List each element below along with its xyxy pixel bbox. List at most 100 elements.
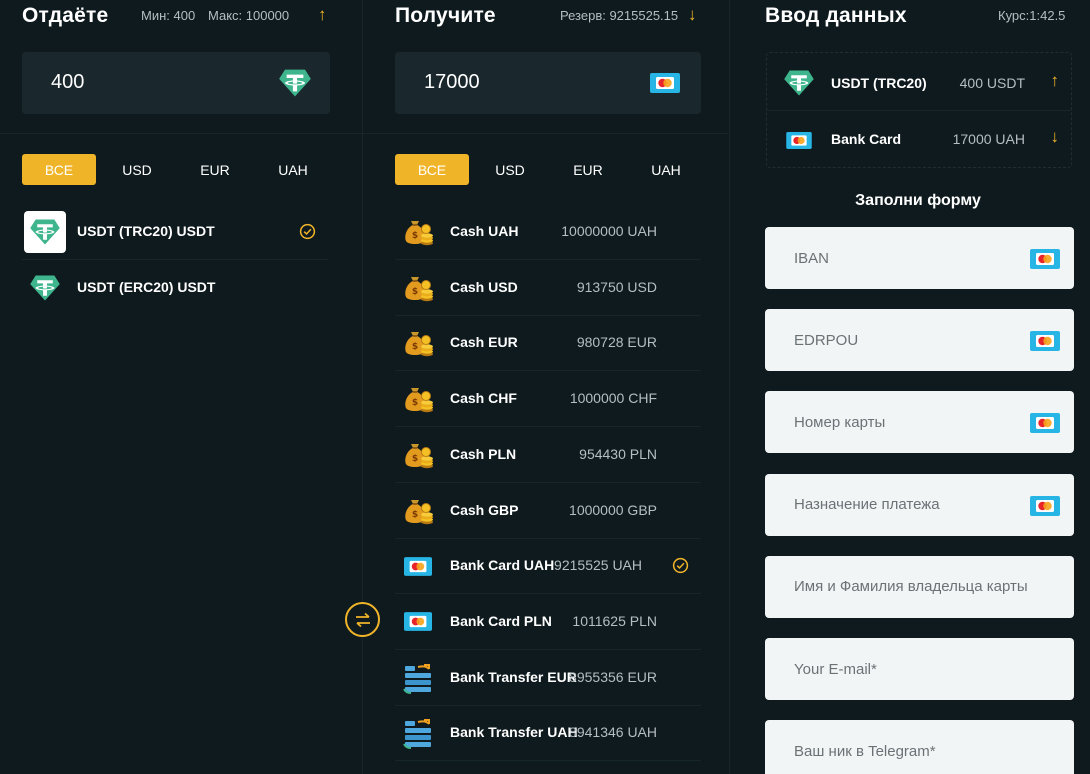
get-list-item[interactable]: Cash PLN 954430 PLN — [395, 427, 701, 483]
divider — [0, 133, 362, 134]
give-list-item[interactable]: USDT (TRC20) USDT — [22, 204, 328, 260]
money-bag-icon-container — [397, 211, 439, 253]
summary-get-name: Bank Card — [831, 131, 902, 147]
bank-card-icon — [1030, 413, 1060, 433]
get-list-item[interactable]: Bank Card PLN 1011625 PLN — [395, 594, 701, 650]
bank-card-icon-container — [397, 545, 439, 587]
form-field[interactable] — [765, 227, 1074, 289]
bank-card-icon — [1030, 331, 1060, 351]
form-field[interactable] — [765, 720, 1074, 774]
get-tab-eur[interactable]: EUR — [551, 154, 625, 185]
bank-transfer-icon — [402, 717, 434, 749]
get-item-amount: 913750 USD — [576, 278, 657, 295]
form-input[interactable] — [765, 720, 1074, 774]
get-item-name: Cash CHF — [450, 390, 517, 407]
bank-card-icon — [404, 612, 432, 631]
form-input[interactable] — [765, 638, 1074, 700]
arrow-up-icon: ↑ — [318, 5, 327, 24]
give-item-name: USDT (TRC20) USDT — [77, 223, 215, 239]
give-list-item[interactable]: USDT (ERC20) USDT — [22, 260, 328, 316]
bank-card-icon — [404, 557, 432, 576]
get-list-item[interactable]: Cash UAH 10000000 UAH — [395, 204, 701, 260]
get-item-name: Cash GBP — [450, 501, 519, 518]
get-tab-usd[interactable]: USD — [473, 154, 547, 185]
arrow-down-icon: ↓ — [1050, 127, 1060, 146]
summary-give-name: USDT (TRC20) — [831, 75, 927, 91]
money-bag-icon-container — [397, 434, 439, 476]
tether-icon-container — [24, 267, 66, 309]
bank-transfer-icon — [402, 662, 434, 694]
form-input[interactable] — [765, 473, 1074, 536]
get-currency-tabs: ВСЕ USD EUR UAH — [395, 154, 707, 185]
get-tab-all[interactable]: ВСЕ — [395, 154, 469, 185]
get-amount-value[interactable]: 17000 — [424, 71, 480, 94]
form-field[interactable] — [765, 391, 1074, 454]
get-item-name: Bank Transfer UAH — [450, 724, 578, 741]
divider — [363, 133, 728, 134]
get-item-name: Cash EUR — [450, 334, 518, 351]
data-entry-header: Ввод данных Курс:1:42.5 — [765, 0, 1090, 32]
get-item-name: Cash UAH — [450, 223, 519, 239]
form-field[interactable] — [765, 555, 1074, 618]
arrow-down-icon: ↓ — [688, 5, 697, 24]
get-panel: Получите Резерв: 9215525.15 ↓ 17000 ВСЕ … — [362, 0, 728, 774]
get-item-amount: 9215525 UAH — [554, 557, 642, 574]
money-bag-icon — [402, 384, 434, 414]
get-list-item[interactable]: Bank Transfer UAH 8941346 UAH — [395, 705, 701, 762]
give-max-label: Макс: 100000 — [208, 8, 290, 23]
bank-card-icon-container — [397, 601, 439, 643]
give-tab-usd[interactable]: USD — [100, 154, 174, 185]
give-tab-uah[interactable]: UAH — [256, 154, 330, 185]
money-bag-icon — [402, 328, 434, 358]
money-bag-icon-container — [397, 490, 439, 532]
form-input[interactable] — [765, 555, 1074, 618]
bank-card-icon — [786, 132, 812, 149]
form-input[interactable] — [765, 391, 1074, 454]
get-list-item[interactable]: Cash GBP 1000000 GBP — [395, 483, 701, 539]
get-item-amount: 1000000 CHF — [569, 390, 657, 407]
form-field[interactable] — [765, 638, 1074, 700]
get-reserve-label: Резерв: 9215525.15 — [560, 8, 679, 23]
give-amount-value[interactable]: 400 — [51, 71, 84, 94]
check-circle-icon — [672, 557, 689, 574]
get-item-name: Bank Card PLN — [450, 612, 552, 629]
give-header: Отдаёте Мин: 400 Макс: 100000 ↑ — [22, 0, 362, 32]
summary-give-amount: 400 USDT — [959, 75, 1025, 91]
tether-icon — [29, 274, 61, 302]
summary-give-row: USDT (TRC20) 400 USDT ↑ — [767, 55, 1071, 111]
get-header: Получите Резерв: 9215525.15 ↓ — [395, 0, 728, 32]
give-tab-all[interactable]: ВСЕ — [22, 154, 96, 185]
form-field[interactable] — [765, 473, 1074, 536]
get-amount-field[interactable]: 17000 — [395, 52, 701, 114]
get-item-amount: 954430 PLN — [579, 445, 657, 462]
money-bag-icon-container — [397, 322, 439, 364]
get-tab-uah[interactable]: UAH — [629, 154, 703, 185]
get-list-item[interactable]: Cash EUR 980728 EUR — [395, 315, 701, 372]
bank-card-icon — [650, 73, 680, 93]
get-item-name: Cash USD — [450, 278, 518, 295]
money-bag-icon — [402, 440, 434, 470]
tether-icon — [29, 218, 61, 246]
bank-transfer-icon-container — [397, 712, 439, 754]
get-list-item[interactable]: Bank Card UAH 9215525 UAH — [395, 538, 701, 595]
swap-button[interactable] — [345, 602, 380, 637]
give-item-name: USDT (ERC20) USDT — [77, 279, 216, 295]
get-list-item[interactable]: Bank Transfer EUR 8955356 EUR — [395, 650, 701, 706]
give-title: Отдаёте — [22, 4, 109, 27]
form-input[interactable] — [765, 227, 1074, 289]
get-list-item[interactable]: Cash USD 913750 USD — [395, 260, 701, 316]
give-currency-tabs: ВСЕ USD EUR UAH — [22, 154, 334, 185]
form-field[interactable] — [765, 309, 1074, 372]
get-item-amount: 10000000 UAH — [561, 223, 657, 239]
get-list-item[interactable]: Cash CHF 1000000 CHF — [395, 371, 701, 428]
arrow-up-icon: ↑ — [1050, 71, 1060, 90]
give-panel: Отдаёте Мин: 400 Макс: 100000 ↑ 400 ВСЕ … — [0, 0, 362, 774]
form-input[interactable] — [765, 309, 1074, 372]
rate-label: Курс:1:42.5 — [998, 8, 1066, 23]
data-entry-title: Ввод данных — [765, 4, 907, 27]
give-amount-field[interactable]: 400 — [22, 52, 330, 114]
summary-get-row: Bank Card 17000 UAH ↓ — [767, 111, 1071, 167]
data-entry-panel: Ввод данных Курс:1:42.5 USDT (TRC20) 400… — [729, 0, 1090, 774]
give-tab-eur[interactable]: EUR — [178, 154, 252, 185]
give-min-label: Мин: 400 — [141, 8, 196, 23]
